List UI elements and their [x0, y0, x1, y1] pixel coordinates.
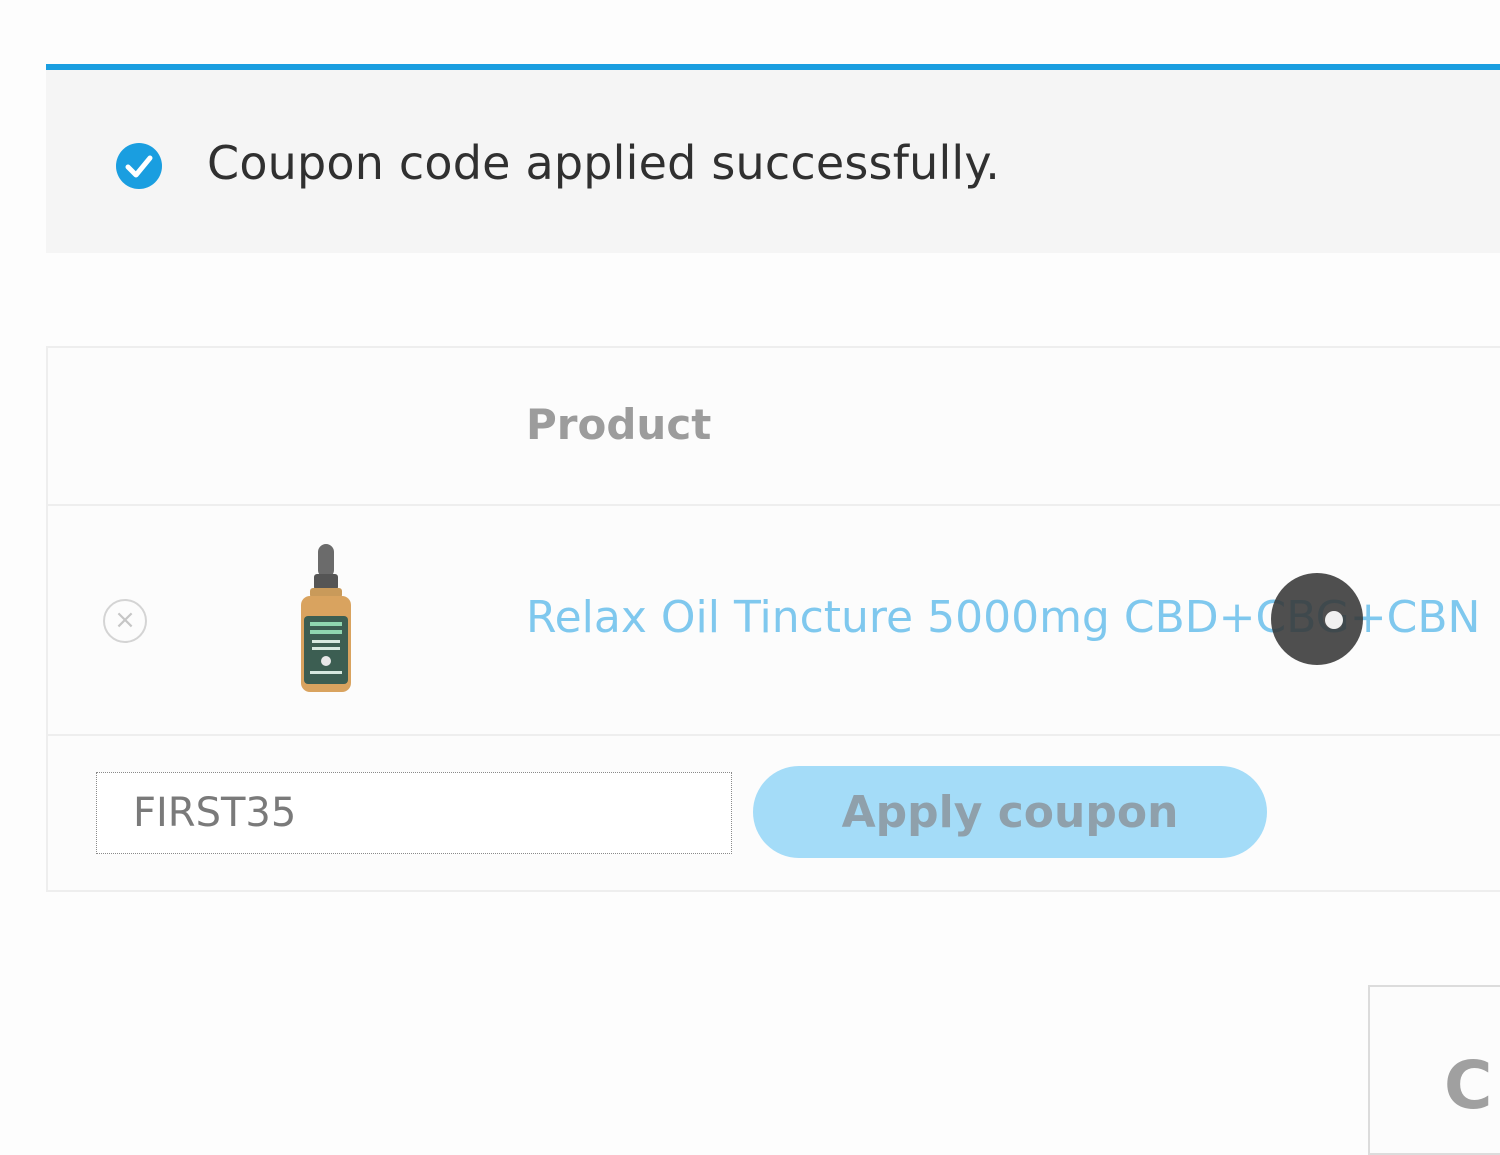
- cart-totals-box: C: [1368, 985, 1500, 1155]
- cart-totals-heading: C: [1444, 1047, 1493, 1124]
- tincture-bottle-icon[interactable]: [298, 544, 354, 694]
- close-circle-icon[interactable]: ×: [103, 599, 147, 643]
- notice-message: Coupon code applied successfully.: [207, 136, 1001, 190]
- mouse-cursor-indicator: [1271, 573, 1363, 665]
- check-circle-icon: [116, 143, 162, 189]
- cursor-dot: [1325, 611, 1343, 629]
- apply-coupon-button[interactable]: Apply coupon: [753, 766, 1267, 858]
- column-header-product: Product: [526, 400, 712, 449]
- coupon-code-input[interactable]: [96, 772, 732, 854]
- cart-table-header: Product: [48, 348, 1500, 506]
- coupon-success-notice: Coupon code applied successfully.: [46, 64, 1500, 253]
